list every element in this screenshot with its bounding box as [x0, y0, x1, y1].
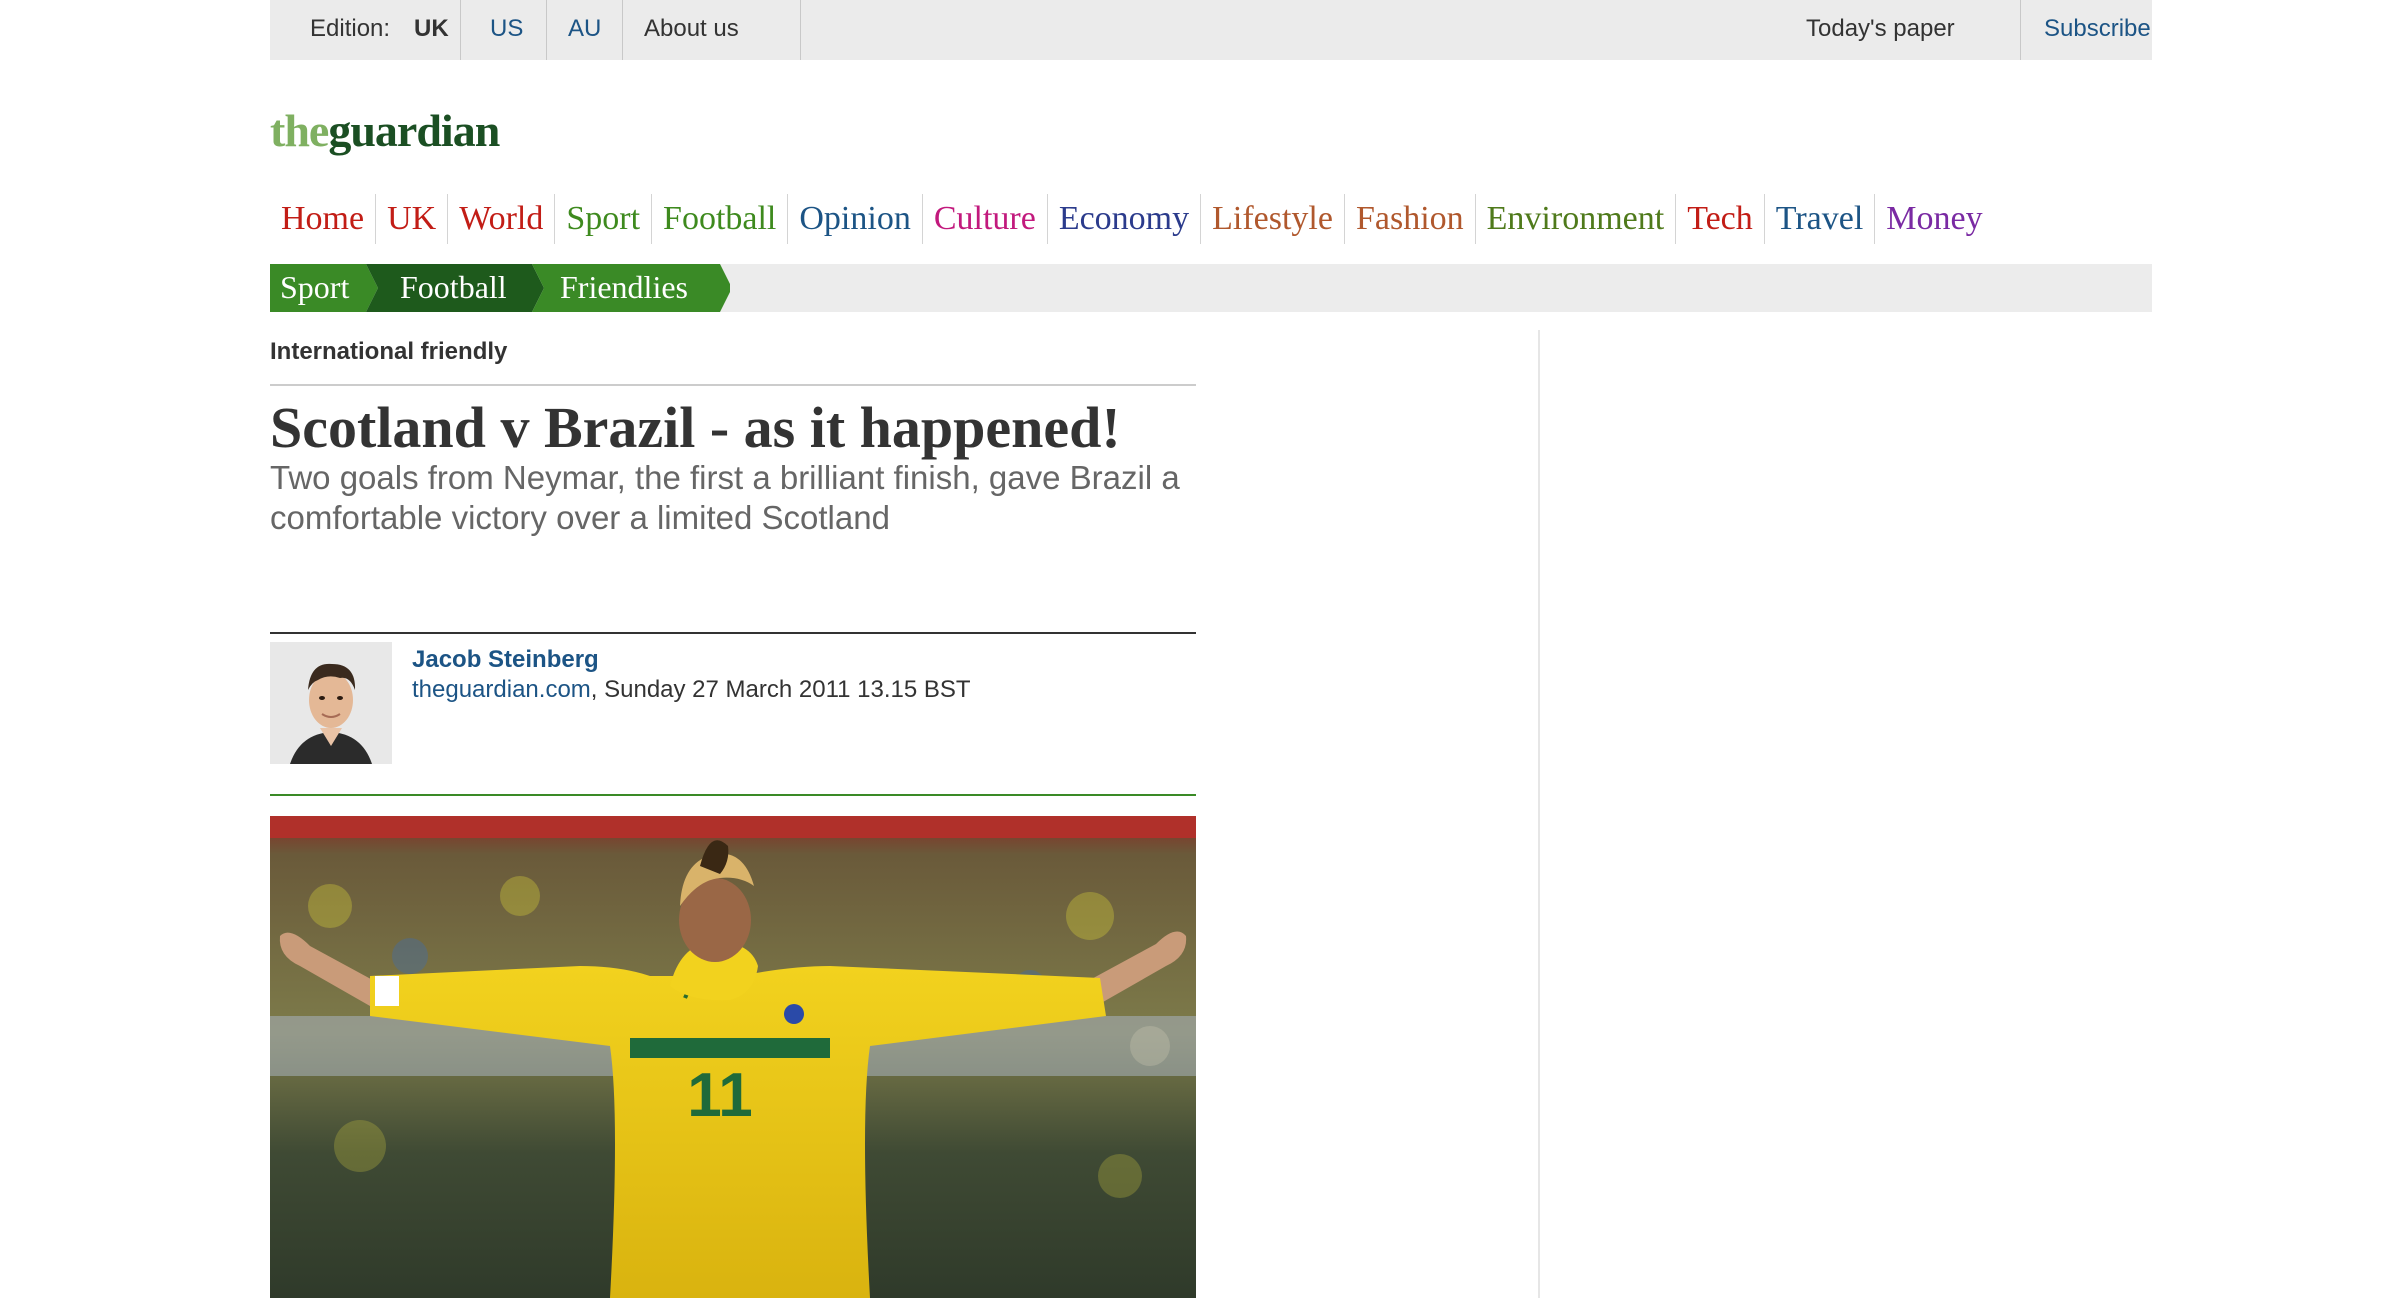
image-rule [270, 794, 1196, 796]
nav-lifestyle[interactable]: Lifestyle [1200, 194, 1344, 244]
nav-fashion[interactable]: Fashion [1343, 194, 1475, 244]
about-us-link[interactable]: About us [644, 0, 739, 60]
logo-guardian: guardian [328, 105, 500, 156]
nav-uk[interactable]: UK [375, 194, 447, 244]
author-avatar-drawing [270, 642, 392, 764]
author-avatar[interactable] [270, 642, 392, 764]
site-link[interactable]: theguardian.com [412, 676, 591, 703]
divider [800, 0, 801, 60]
subscribe-link[interactable]: Subscribe [2044, 0, 2151, 60]
divider [546, 0, 547, 60]
logo-the: the [270, 105, 329, 156]
author-name-link[interactable]: Jacob Steinberg [412, 646, 599, 674]
todays-paper-link[interactable]: Today's paper [1806, 0, 1955, 60]
nav-environment[interactable]: Environment [1474, 194, 1676, 244]
main-article-image[interactable]: 11 [270, 816, 1196, 1298]
nav-sport[interactable]: Sport [554, 194, 651, 244]
breadcrumb-football[interactable]: Football [400, 264, 507, 312]
article-kicker[interactable]: International friendly [270, 338, 507, 366]
nav-culture[interactable]: Culture [921, 194, 1047, 244]
edition-uk-link[interactable]: UK [414, 0, 449, 60]
nav-football[interactable]: Football [651, 194, 787, 244]
nav-world[interactable]: World [447, 194, 554, 244]
byline-rule [270, 632, 1196, 634]
guardian-logo[interactable]: theguardian [270, 104, 500, 157]
breadcrumb-sport[interactable]: Sport [280, 264, 349, 312]
edition-bar: Edition: UK US AU About us Today's paper… [270, 0, 2152, 60]
publish-date: , Sunday 27 March 2011 13.15 BST [590, 676, 971, 703]
neymar-celebration-image: 11 [270, 816, 1196, 1298]
breadcrumb-friendlies[interactable]: Friendlies [560, 264, 688, 312]
nav-economy[interactable]: Economy [1046, 194, 1200, 244]
article-standfirst: Two goals from Neymar, the first a brill… [270, 459, 1180, 536]
edition-au-link[interactable]: AU [568, 0, 601, 60]
divider [622, 0, 623, 60]
breadcrumb-football-label: Football [400, 269, 507, 305]
edition-label: Edition: [310, 15, 391, 42]
breadcrumb-sport-label: Sport [280, 269, 350, 305]
article-dateline: theguardian.com, Sunday 27 March 2011 13… [412, 676, 971, 704]
edition-us-link[interactable]: US [490, 0, 523, 60]
column-divider [1538, 330, 1540, 1298]
main-navigation: Home UK World Sport Football Opinion Culture Ec… [270, 194, 1994, 244]
breadcrumb-friendlies-label: Friendlies [560, 269, 688, 305]
divider [2020, 0, 2021, 60]
nav-travel[interactable]: Travel [1763, 194, 1875, 244]
shirt-number: 11 [687, 1061, 753, 1130]
kicker-rule [270, 384, 1196, 386]
nav-home[interactable]: Home [270, 194, 375, 244]
breadcrumb: Sport Football Friendlies [270, 264, 2152, 312]
article-headline: Scotland v Brazil - as it happened! [270, 395, 1121, 460]
divider [460, 0, 461, 60]
nav-money[interactable]: Money [1874, 194, 1993, 244]
nav-opinion[interactable]: Opinion [787, 194, 921, 244]
nav-tech[interactable]: Tech [1675, 194, 1764, 244]
